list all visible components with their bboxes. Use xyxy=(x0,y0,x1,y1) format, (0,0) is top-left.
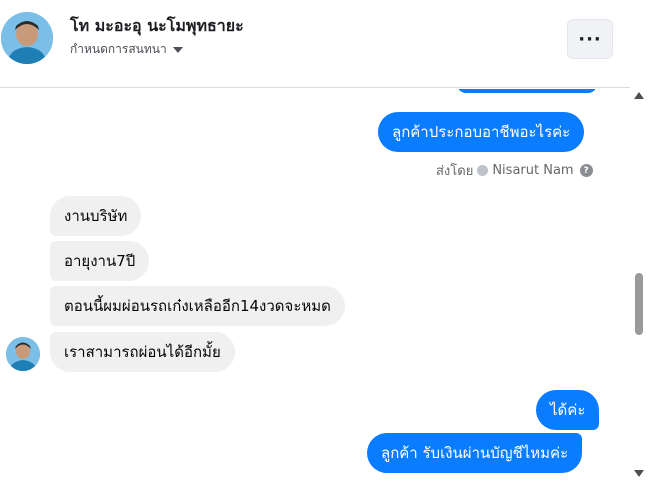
customize-chat-label: กำหนดการสนทนา xyxy=(70,42,167,56)
message-text: เราสามารถผ่อนได้อีกมั้ย xyxy=(64,343,221,361)
message-text: ตอนนี้ผมผ่อนรถเก๋งเหลืออีก14งวดจะหมด xyxy=(64,297,331,315)
sent-by-line: ส่งโดย Nisarut Nam ? xyxy=(436,160,593,181)
message-list: ลูกค้าประกอบอาชีพอะไรค่ะ ส่งโดย Nisarut … xyxy=(0,89,630,490)
message-text: ได้ค่ะ xyxy=(550,401,586,419)
sent-by-name[interactable]: Nisarut Nam xyxy=(492,163,573,178)
customize-chat-link[interactable]: กำหนดการสนทนา xyxy=(70,40,183,59)
message-bubble-incoming[interactable]: งานบริษัท xyxy=(50,196,142,236)
more-horizontal-icon: ··· xyxy=(578,28,602,50)
message-bubble-incoming[interactable]: ตอนนี้ผมผ่อนรถเก๋งเหลืออีก14งวดจะหมด xyxy=(50,286,345,326)
message-text: งานบริษัท xyxy=(64,207,128,225)
sent-by-prefix: ส่งโดย xyxy=(436,164,474,179)
contact-avatar[interactable] xyxy=(1,12,53,64)
message-bubble-outgoing-partial[interactable] xyxy=(457,89,597,93)
scroll-down-arrow-icon[interactable] xyxy=(634,470,644,477)
sender-avatar[interactable] xyxy=(6,337,40,371)
conversation-header: โท มะอะอุ นะโมพุทธายะ กำหนดการสนทนา ··· xyxy=(0,0,630,88)
more-options-button[interactable]: ··· xyxy=(567,19,613,59)
message-text: ลูกค้า รับเงินผ่านบัญชีไหมค่ะ xyxy=(381,444,569,462)
message-bubble-outgoing[interactable]: ลูกค้าประกอบอาชีพอะไรค่ะ xyxy=(378,112,585,152)
message-bubble-incoming[interactable]: อายุงาน7ปี xyxy=(50,241,150,281)
message-text: ลูกค้าประกอบอาชีพอะไรค่ะ xyxy=(392,123,571,141)
scrollbar-thumb[interactable] xyxy=(635,273,643,335)
help-icon[interactable]: ? xyxy=(579,164,593,177)
message-bubble-incoming[interactable]: เราสามารถผ่อนได้อีกมั้ย xyxy=(50,332,235,372)
scroll-up-arrow-icon[interactable] xyxy=(634,92,644,99)
message-bubble-outgoing[interactable]: ลูกค้า รับเงินผ่านบัญชีไหมค่ะ xyxy=(367,433,583,473)
message-bubble-outgoing[interactable]: ได้ค่ะ xyxy=(536,390,600,430)
message-text: อายุงาน7ปี xyxy=(64,252,136,270)
contact-name[interactable]: โท มะอะอุ นะโมพุทธายะ xyxy=(70,14,244,39)
check-circle-icon xyxy=(477,165,489,176)
caret-down-icon xyxy=(172,47,183,53)
